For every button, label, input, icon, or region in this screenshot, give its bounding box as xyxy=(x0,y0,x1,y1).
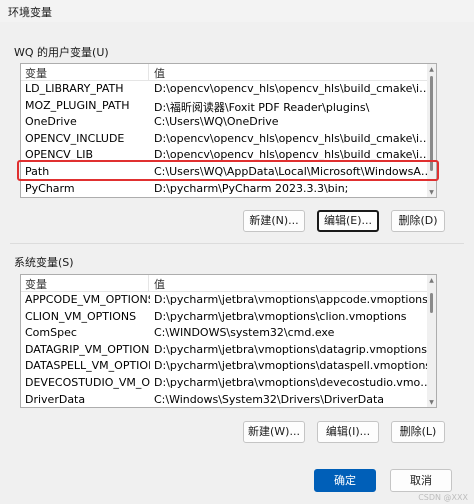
scroll-up-icon[interactable]: ▲ xyxy=(428,278,435,284)
user-variables-label: WQ 的用户变量(U) xyxy=(14,46,109,59)
list-item[interactable]: DATASPELL_VM_OPTIONS D:\pycharm\jetbra\vm… xyxy=(21,358,436,375)
group-divider xyxy=(10,243,464,244)
system-delete-button[interactable]: 删除(L) xyxy=(391,421,445,443)
list-item[interactable]: DATAGRIP_VM_OPTIONS D:\pycharm\jetbra\vmo… xyxy=(21,342,436,359)
watermark: CSDN @XXX xyxy=(418,493,468,502)
column-header-value[interactable]: 值 xyxy=(154,276,165,292)
list-item[interactable]: DEVECOSTUDIO_VM_OPTI...D:\pycharm\jetbra… xyxy=(21,375,436,392)
system-new-button[interactable]: 新建(W)... xyxy=(243,421,305,443)
scroll-thumb[interactable] xyxy=(430,293,433,313)
column-header-variable[interactable]: 变量 xyxy=(25,65,47,81)
system-list-header: 变量 值 xyxy=(21,275,436,292)
scroll-thumb[interactable] xyxy=(430,76,433,171)
path-row-annotation xyxy=(17,160,439,181)
system-variables-label: 系统变量(S) xyxy=(14,256,74,269)
ok-button[interactable]: 确定 xyxy=(314,469,376,492)
scroll-down-icon[interactable]: ▼ xyxy=(428,400,435,406)
system-list-scrollbar[interactable]: ▲ ▼ xyxy=(427,275,436,407)
title-bar: 环境变量 xyxy=(0,0,474,22)
scroll-down-icon[interactable]: ▼ xyxy=(428,190,435,196)
list-item[interactable]: MOZ_PLUGIN_PATH D:\福昕阅读器\Foxit PDF Reader… xyxy=(21,98,436,115)
list-item[interactable]: CLION_VM_OPTIONS D:\pycharm\jetbra\vmopti… xyxy=(21,309,436,326)
list-item[interactable]: APPCODE_VM_OPTIONS D:\pycharm\jetbra\vmop… xyxy=(21,292,436,309)
list-item[interactable]: OneDrive C:\Users\WQ\OneDrive xyxy=(21,114,436,131)
list-item[interactable]: DriverData C:\Windows\System32\Drivers\Dr… xyxy=(21,392,436,407)
window-title: 环境变量 xyxy=(8,6,52,19)
list-item[interactable]: PyCharm D:\pycharm\PyCharm 2023.3.3\bin; xyxy=(21,181,436,197)
cancel-button[interactable]: 取消 xyxy=(390,469,452,492)
list-item[interactable]: ComSpec C:\WINDOWS\system32\cmd.exe xyxy=(21,325,436,342)
user-list-header: 变量 值 xyxy=(21,64,436,81)
column-header-variable[interactable]: 变量 xyxy=(25,276,47,292)
user-edit-button[interactable]: 编辑(E)... xyxy=(317,210,379,232)
system-variables-list[interactable]: 变量 值 APPCODE_VM_OPTIONS D:\pycharm\jetbra… xyxy=(20,274,437,408)
scroll-up-icon[interactable]: ▲ xyxy=(428,67,435,73)
list-item[interactable]: LD_LIBRARY_PATH D:\opencv\opencv_hls\open… xyxy=(21,81,436,98)
column-header-value[interactable]: 值 xyxy=(154,65,165,81)
list-item[interactable]: OPENCV_INCLUDE D:\opencv\opencv_hls\openc… xyxy=(21,131,436,148)
system-edit-button[interactable]: 编辑(I)... xyxy=(317,421,379,443)
user-delete-button[interactable]: 删除(D) xyxy=(391,210,445,232)
user-new-button[interactable]: 新建(N)... xyxy=(243,210,305,232)
